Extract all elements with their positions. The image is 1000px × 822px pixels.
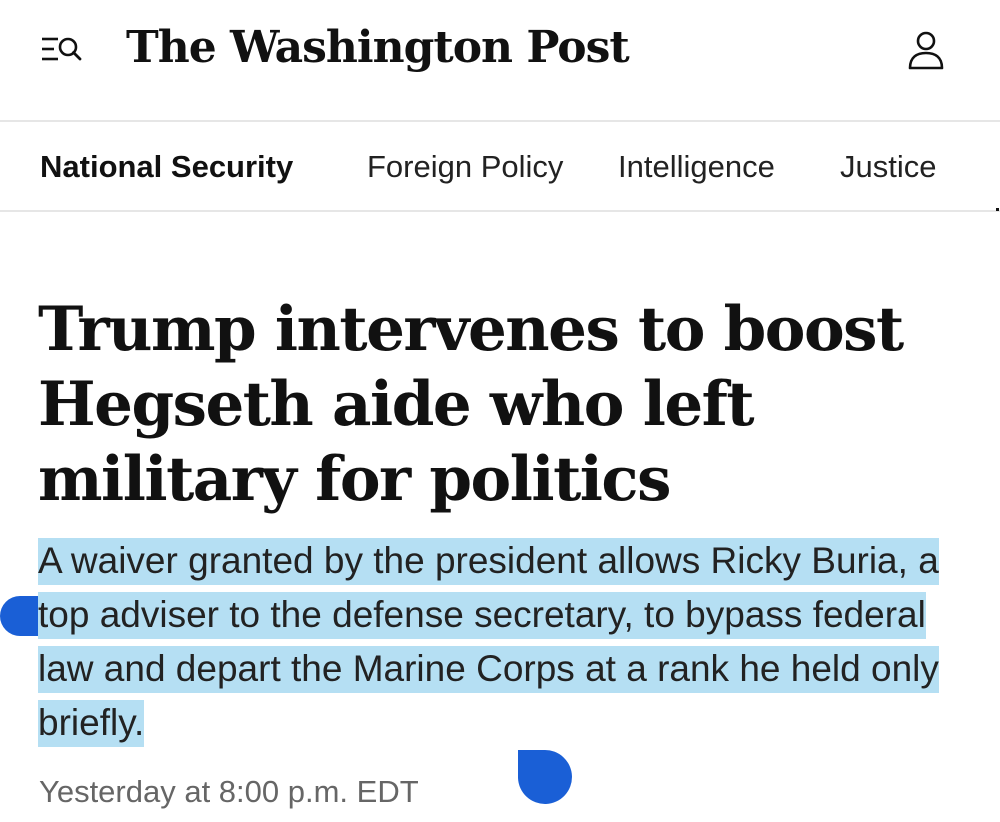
menu-search-icon[interactable] bbox=[40, 34, 84, 68]
user-account-icon[interactable] bbox=[906, 30, 946, 72]
nav-item-justice[interactable]: Justice bbox=[840, 149, 936, 185]
nav-item-national-security[interactable]: National Security bbox=[40, 149, 293, 185]
scroll-indicator bbox=[996, 208, 999, 211]
article-dek[interactable]: A waiver granted by the president allows… bbox=[38, 534, 978, 750]
selection-end-handle[interactable] bbox=[516, 748, 572, 806]
site-header: The Washington Post bbox=[0, 0, 1000, 122]
selection-start-handle[interactable] bbox=[0, 588, 38, 638]
site-logo[interactable]: The Washington Post bbox=[126, 22, 630, 73]
section-nav: National Security Foreign Policy Intelli… bbox=[0, 122, 1000, 212]
nav-item-intelligence[interactable]: Intelligence bbox=[618, 149, 775, 185]
nav-item-foreign-policy[interactable]: Foreign Policy bbox=[367, 149, 563, 185]
article-timestamp: Yesterday at 8:00 p.m. EDT bbox=[39, 774, 419, 809]
article-headline: Trump intervenes to boost Hegseth aide w… bbox=[38, 294, 904, 515]
selected-text[interactable]: A waiver granted by the president allows… bbox=[38, 538, 939, 747]
